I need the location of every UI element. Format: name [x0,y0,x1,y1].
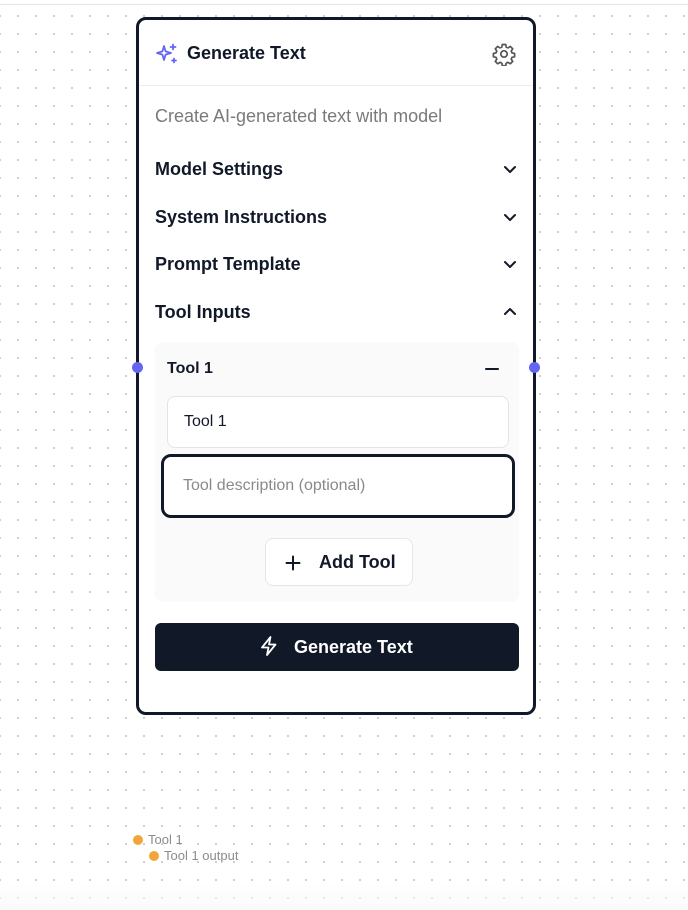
section-tool-inputs[interactable]: Tool Inputs [155,299,519,325]
node-description: Create AI-generated text with model [155,106,443,126]
input-handle[interactable] [132,362,143,373]
chevron-down-icon [501,255,519,273]
node-status-dot [133,835,143,845]
generate-text-node[interactable]: Generate Text Create AI-generated text w… [136,17,536,715]
gear-icon[interactable] [492,42,516,67]
canvas-bottom-fade [0,882,688,910]
canvas-node-label: Tool 1 output [164,848,239,863]
section-prompt-template[interactable]: Prompt Template [155,251,519,277]
chevron-down-icon [501,208,519,226]
tool-heading: Tool 1 [167,360,213,377]
canvas-node-label: Tool 1 [148,832,183,847]
section-label: Model Settings [155,159,284,179]
generate-text-label: Generate Text [294,637,413,657]
sparkles-icon [155,42,179,66]
minus-icon[interactable] [483,360,501,378]
output-handle[interactable] [529,362,540,373]
tool-description-input[interactable] [161,454,515,518]
lightning-icon [258,635,280,657]
add-tool-button[interactable]: Add Tool [265,538,413,586]
generate-text-button[interactable]: Generate Text [155,623,519,671]
canvas-top-border [0,0,688,5]
node-title: Generate Text [187,43,306,63]
plus-icon [284,554,302,572]
chevron-up-icon [501,303,519,321]
section-label: Tool Inputs [155,302,251,322]
tool-name-input[interactable] [167,396,509,448]
node-status-dot [149,851,159,861]
add-tool-label: Add Tool [319,552,396,572]
section-label: System Instructions [155,207,328,227]
section-model-settings[interactable]: Model Settings [155,156,519,182]
node-header: Generate Text [139,20,533,86]
chevron-down-icon [501,160,519,178]
section-system-instructions[interactable]: System Instructions [155,204,519,230]
section-label: Prompt Template [155,254,301,274]
tool-panel: Tool 1 Add Tool [155,342,519,602]
